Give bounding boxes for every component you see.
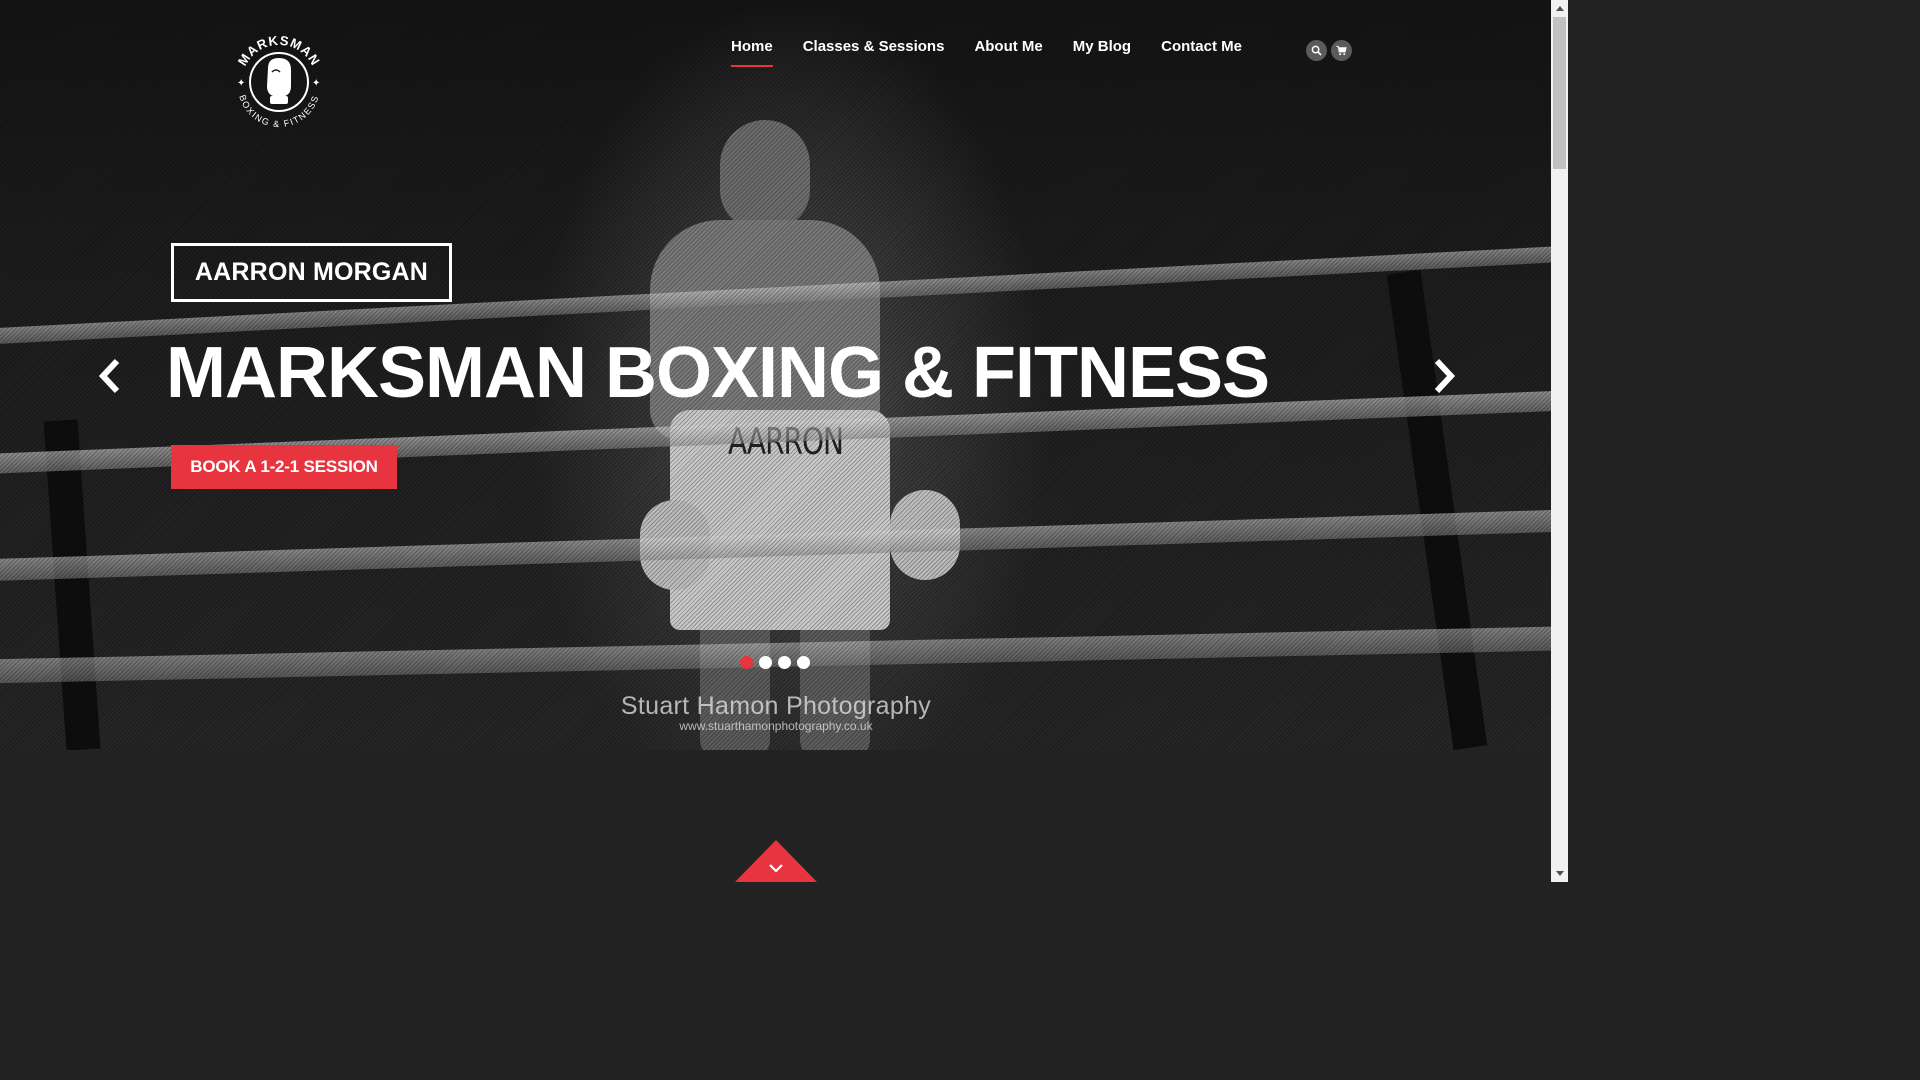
slider-dot-3[interactable]: [778, 656, 791, 669]
slider-next-button[interactable]: [1425, 356, 1465, 396]
ring-post-right: [1386, 269, 1488, 750]
slider-dot-2[interactable]: [759, 656, 772, 669]
scrollbar-down-button[interactable]: [1551, 865, 1568, 882]
scroll-down-button[interactable]: [735, 840, 817, 882]
triangle-down-icon: [1555, 871, 1564, 876]
slider-prev-button[interactable]: [89, 356, 129, 396]
watermark-url: www.stuarthamonphotography.co.uk: [679, 719, 873, 733]
slider-dot-1[interactable]: [740, 656, 753, 669]
photo-watermark: Stuart Hamon Photography www.stuarthamon…: [606, 692, 946, 733]
hero-name-badge: AARRON MORGAN: [171, 243, 452, 302]
search-icon: [1311, 45, 1322, 56]
cart-icon: [1336, 45, 1347, 56]
marksman-logo[interactable]: MARKSMAN BOXING & FITNESS ✦ ✦: [228, 28, 330, 134]
nav-item-my-blog[interactable]: My Blog: [1073, 38, 1131, 63]
scrollbar-thumb[interactable]: [1553, 17, 1566, 169]
chevron-left-icon: [98, 358, 120, 394]
slider-pagination: [740, 656, 810, 669]
chevron-right-icon: [1434, 358, 1456, 394]
cart-button[interactable]: [1331, 40, 1352, 61]
watermark-title: Stuart Hamon Photography: [620, 692, 932, 720]
nav-item-about-me[interactable]: About Me: [974, 38, 1042, 63]
nav-item-classes-sessions[interactable]: Classes & Sessions: [803, 38, 945, 63]
svg-text:✦: ✦: [237, 78, 245, 89]
slider-dot-4[interactable]: [797, 656, 810, 669]
triangle-up-icon: [1555, 6, 1564, 11]
search-button[interactable]: [1306, 40, 1327, 61]
nav-item-contact-me[interactable]: Contact Me: [1161, 38, 1242, 63]
scrollbar-up-button[interactable]: [1551, 0, 1568, 17]
main-nav: Home Classes & Sessions About Me My Blog…: [731, 38, 1272, 67]
boxer-head: [720, 120, 810, 230]
ring-rope: [0, 625, 1551, 684]
book-session-label: BOOK A 1-2-1 SESSION: [190, 457, 378, 476]
page-scrollbar[interactable]: [1551, 0, 1568, 882]
hero-slider: AARRON MARKSMAN BOXING & FITNESS ✦ ✦ Hom…: [0, 0, 1551, 750]
hero-headline: MARKSMAN BOXING & FITNESS: [166, 333, 1270, 413]
nav-item-home[interactable]: Home: [731, 38, 773, 67]
hero-name-label: AARRON MORGAN: [194, 258, 429, 286]
svg-text:✦: ✦: [312, 78, 320, 89]
book-session-button[interactable]: BOOK A 1-2-1 SESSION: [171, 445, 397, 489]
